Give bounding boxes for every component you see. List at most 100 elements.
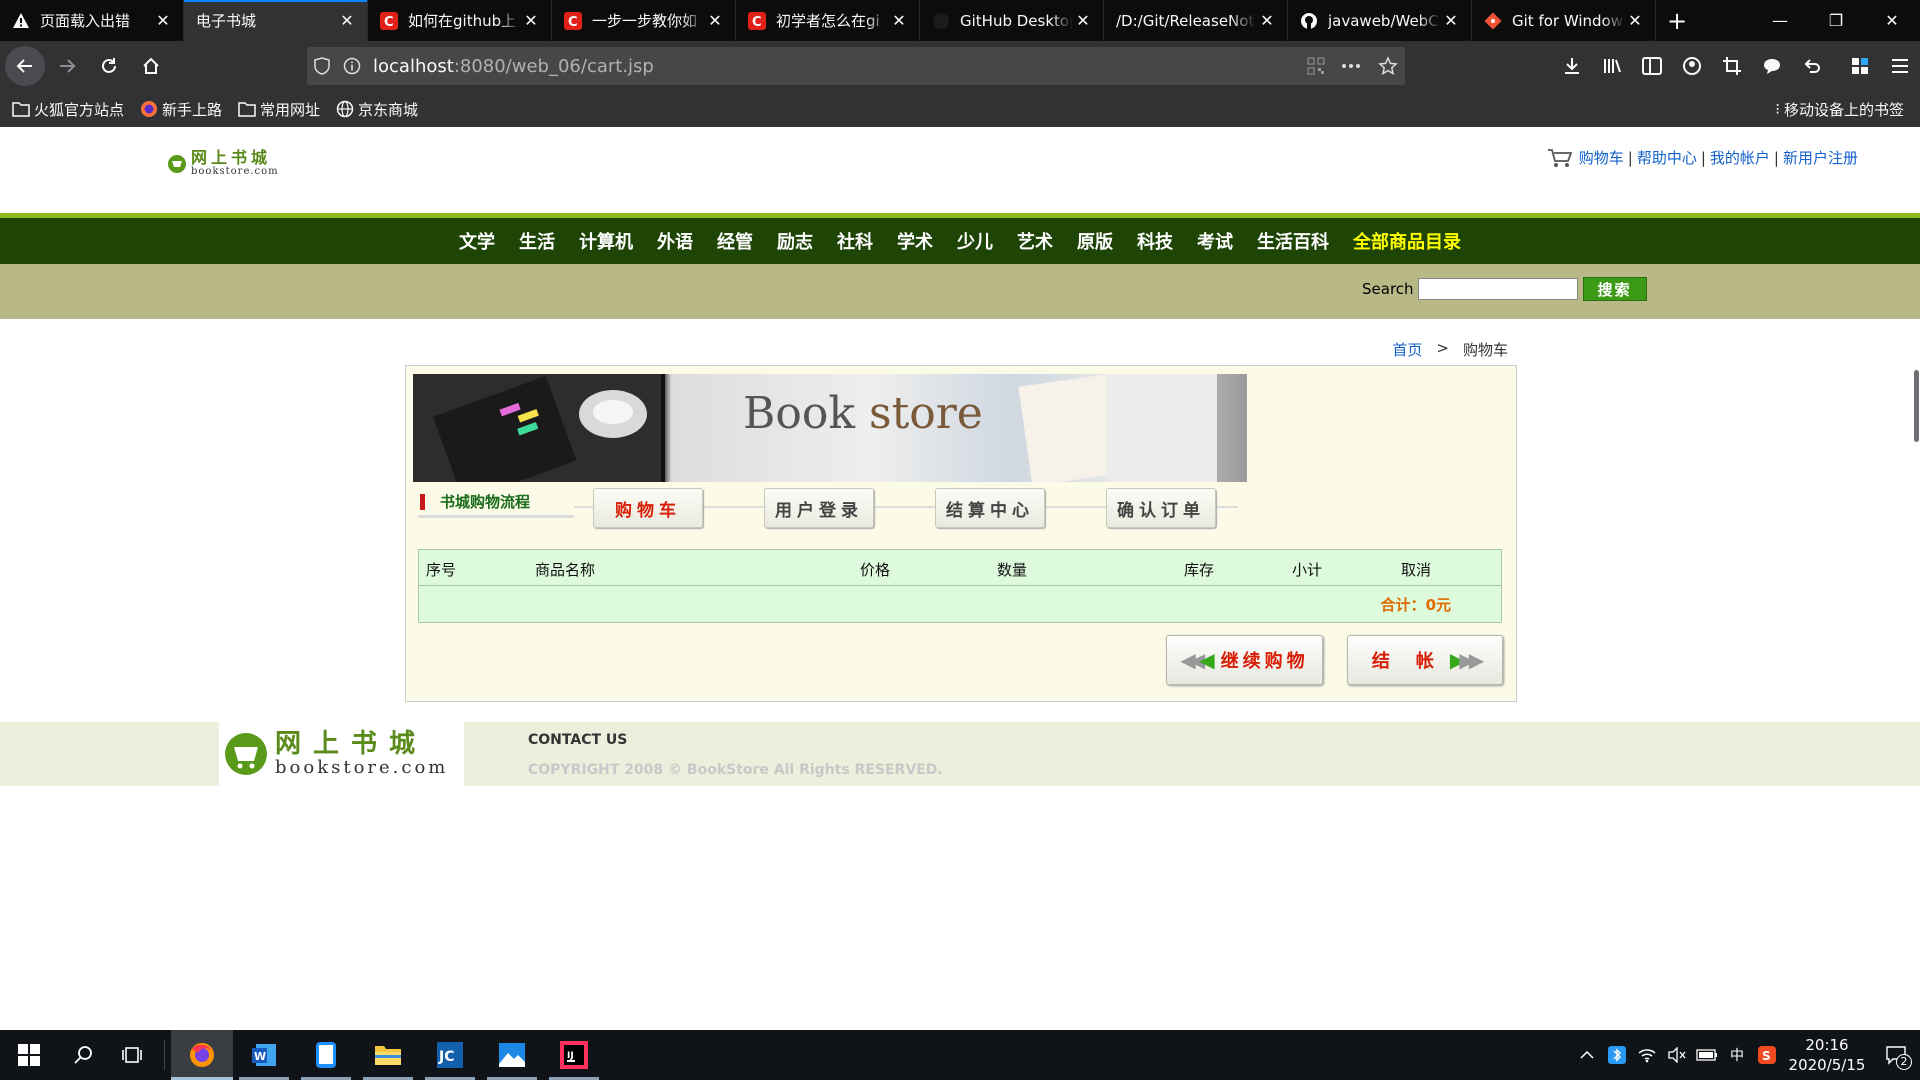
bluetooth-icon[interactable] <box>1602 1030 1632 1080</box>
search-button[interactable]: 搜索 <box>1582 277 1647 301</box>
link-help[interactable]: 帮助中心 <box>1637 147 1697 168</box>
step-checkout[interactable]: 结算中心 <box>935 488 1045 528</box>
close-window-icon[interactable]: ✕ <box>1864 0 1920 41</box>
link-cart[interactable]: 购物车 <box>1579 147 1624 168</box>
url-text[interactable]: localhost:8080/web_06/cart.jsp <box>373 56 1301 77</box>
category-art[interactable]: 艺术 <box>1017 228 1053 254</box>
tab-1[interactable]: 电子书城 ✕ <box>184 0 368 41</box>
tab-4[interactable]: C 初学者怎么在gi ✕ <box>736 0 920 41</box>
category-social-science[interactable]: 社科 <box>837 228 873 254</box>
tab-8[interactable]: Git for Windows ✕ <box>1472 0 1656 41</box>
scrollbar[interactable] <box>1912 127 1920 1030</box>
qr-code-icon[interactable] <box>1301 47 1331 85</box>
footer-logo[interactable]: 网上书城 bookstore.com <box>219 722 464 786</box>
category-encyclopedia[interactable]: 生活百科 <box>1257 228 1329 254</box>
sogou-input-icon[interactable]: S <box>1752 1030 1782 1080</box>
minimize-icon[interactable]: — <box>1752 0 1808 41</box>
category-life[interactable]: 生活 <box>519 228 555 254</box>
download-icon[interactable] <box>1552 46 1592 86</box>
screenshot-icon[interactable] <box>1712 46 1752 86</box>
close-icon[interactable]: ✕ <box>153 11 173 31</box>
category-exam[interactable]: 考试 <box>1197 228 1233 254</box>
tab-6[interactable]: /D:/Git/ReleaseNot ✕ <box>1104 0 1288 41</box>
contact-us[interactable]: CONTACT US <box>528 732 627 748</box>
bookmark-item[interactable]: 新手上路 <box>140 99 222 120</box>
library-icon[interactable] <box>1592 46 1632 86</box>
start-button[interactable] <box>0 1030 58 1080</box>
close-icon[interactable]: ✕ <box>521 11 541 31</box>
breadcrumb-home[interactable]: 首页 <box>1392 339 1422 360</box>
link-account[interactable]: 我的帐户 <box>1710 147 1770 168</box>
bookmark-item[interactable]: 常用网址 <box>238 99 320 120</box>
search-taskbar-button[interactable] <box>58 1030 108 1080</box>
taskbar-tablet[interactable] <box>295 1030 357 1080</box>
search-input[interactable] <box>1417 278 1578 300</box>
taskbar-word[interactable]: W <box>233 1030 295 1080</box>
checkout-button[interactable]: 结 帐 ▶▶▶ <box>1347 635 1503 685</box>
notification-center-icon[interactable]: 2 <box>1872 1030 1920 1080</box>
undo-icon[interactable] <box>1792 46 1832 86</box>
close-icon[interactable]: ✕ <box>1441 11 1461 31</box>
category-all[interactable]: 全部商品目录 <box>1353 228 1461 254</box>
taskbar-editor[interactable]: JC <box>419 1030 481 1080</box>
ime-indicator[interactable]: 中 <box>1722 1030 1752 1080</box>
step-cart[interactable]: 购物车 <box>593 488 703 528</box>
close-icon[interactable]: ✕ <box>1257 11 1277 31</box>
taskbar-photos[interactable] <box>481 1030 543 1080</box>
category-children[interactable]: 少儿 <box>957 228 993 254</box>
close-icon[interactable]: ✕ <box>889 11 909 31</box>
close-icon[interactable]: ✕ <box>337 11 357 31</box>
step-confirm[interactable]: 确认订单 <box>1106 488 1216 528</box>
close-icon[interactable]: ✕ <box>1625 11 1645 31</box>
volume-muted-icon[interactable] <box>1662 1030 1692 1080</box>
tab-3[interactable]: C 一步一步教你如 ✕ <box>552 0 736 41</box>
svg-text:C: C <box>568 15 578 30</box>
continue-shopping-button[interactable]: ◀◀◀ 继续购物 <box>1166 635 1323 685</box>
account-icon[interactable] <box>1672 46 1712 86</box>
category-technology[interactable]: 科技 <box>1137 228 1173 254</box>
category-original[interactable]: 原版 <box>1077 228 1113 254</box>
category-inspiration[interactable]: 励志 <box>777 228 813 254</box>
home-button[interactable] <box>131 46 171 86</box>
close-icon[interactable]: ✕ <box>1073 11 1093 31</box>
chevron-up-icon[interactable] <box>1572 1030 1602 1080</box>
page-actions-icon[interactable] <box>1331 47 1371 85</box>
bookmark-item[interactable]: 京东商城 <box>336 99 418 120</box>
scrollbar-thumb[interactable] <box>1914 370 1919 442</box>
tab-5[interactable]: GitHub Desktop ✕ <box>920 0 1104 41</box>
restore-icon[interactable]: ❐ <box>1808 0 1864 41</box>
close-icon[interactable]: ✕ <box>705 11 725 31</box>
category-business[interactable]: 经管 <box>717 228 753 254</box>
tab-7[interactable]: javaweb/WebC ✕ <box>1288 0 1472 41</box>
category-academic[interactable]: 学术 <box>897 228 933 254</box>
taskbar-file-explorer[interactable] <box>357 1030 419 1080</box>
sidebar-icon[interactable] <box>1632 46 1672 86</box>
mobile-bookmarks[interactable]: ⁝ 移动设备上的书签 <box>1775 91 1904 127</box>
taskbar-intellij[interactable]: IJ <box>543 1030 605 1080</box>
info-icon[interactable] <box>337 47 367 85</box>
wifi-icon[interactable] <box>1632 1030 1662 1080</box>
step-login[interactable]: 用户登录 <box>764 488 874 528</box>
chat-icon[interactable] <box>1752 46 1792 86</box>
extensions-icon[interactable] <box>1840 46 1880 86</box>
reload-button[interactable] <box>89 46 129 86</box>
tab-2[interactable]: C 如何在github上 ✕ <box>368 0 552 41</box>
tab-0[interactable]: 页面载入出错 ✕ <box>0 0 184 41</box>
site-logo[interactable]: 网上书城 bookstore.com <box>167 145 297 183</box>
category-computer[interactable]: 计算机 <box>579 228 633 254</box>
url-bar[interactable]: localhost:8080/web_06/cart.jsp <box>307 47 1405 85</box>
taskbar-firefox[interactable] <box>171 1030 233 1080</box>
forward-button[interactable] <box>47 46 87 86</box>
shield-icon[interactable] <box>307 47 337 85</box>
back-button[interactable] <box>5 46 45 86</box>
bookmark-star-icon[interactable] <box>1371 47 1405 85</box>
category-literature[interactable]: 文学 <box>459 228 495 254</box>
clock[interactable]: 20:16 2020/5/15 <box>1782 1035 1872 1075</box>
category-language[interactable]: 外语 <box>657 228 693 254</box>
task-view-button[interactable] <box>108 1030 158 1080</box>
battery-icon[interactable] <box>1692 1030 1722 1080</box>
bookmark-item[interactable]: 火狐官方站点 <box>12 99 124 120</box>
menu-icon[interactable] <box>1880 46 1920 86</box>
new-tab-button[interactable]: + <box>1656 0 1698 41</box>
link-register[interactable]: 新用户注册 <box>1783 147 1858 168</box>
